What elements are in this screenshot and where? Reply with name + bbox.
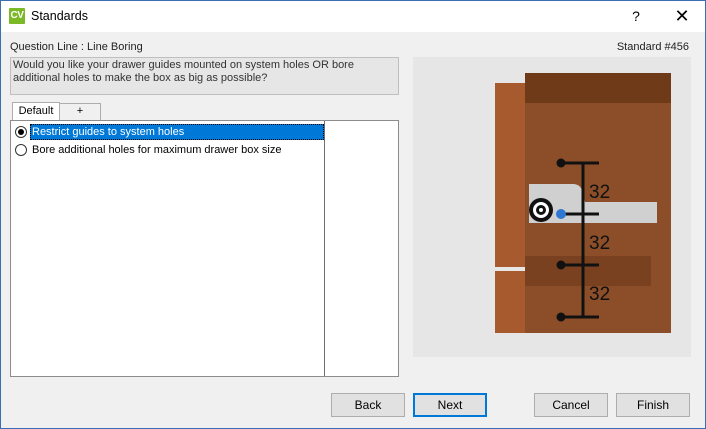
panel-divider bbox=[324, 121, 325, 376]
next-button[interactable]: Next bbox=[413, 393, 487, 417]
hole-dot bbox=[556, 312, 566, 322]
hole-dot bbox=[556, 158, 566, 168]
hole-dot bbox=[556, 260, 566, 270]
spacing-label-1: 32 bbox=[589, 182, 610, 203]
radio-button-selected[interactable] bbox=[15, 126, 27, 138]
help-button[interactable]: ? bbox=[613, 1, 659, 32]
tab-add[interactable]: + bbox=[59, 103, 101, 120]
option-label: Restrict guides to system holes bbox=[30, 124, 324, 140]
close-button[interactable]: ✕ bbox=[659, 1, 705, 32]
diagram-svg: 32 32 32 bbox=[413, 57, 691, 357]
target-icon-center bbox=[539, 208, 543, 212]
drawer-band bbox=[525, 256, 651, 286]
spacing-label-2: 32 bbox=[589, 233, 610, 254]
standard-number-label: Standard #456 bbox=[616, 41, 689, 53]
title-bar: CV Standards ? ✕ bbox=[1, 1, 705, 32]
cabinet-side-panel bbox=[495, 83, 525, 333]
window-title: Standards bbox=[31, 9, 88, 23]
spacing-label-3: 32 bbox=[589, 284, 610, 305]
drawer-gap bbox=[495, 267, 525, 271]
radio-button[interactable] bbox=[15, 144, 27, 156]
system-hole-dot bbox=[556, 209, 566, 219]
finish-button[interactable]: Finish bbox=[616, 393, 690, 417]
options-panel: Restrict guides to system holes Bore add… bbox=[10, 120, 399, 377]
back-button[interactable]: Back bbox=[331, 393, 405, 417]
line-boring-diagram: 32 32 32 bbox=[413, 57, 691, 357]
question-text: Would you like your drawer guides mounte… bbox=[10, 57, 399, 95]
option-label: Bore additional holes for maximum drawer… bbox=[32, 144, 282, 156]
standards-dialog: CV Standards ? ✕ Question Line : Line Bo… bbox=[0, 0, 706, 429]
cancel-button[interactable]: Cancel bbox=[534, 393, 608, 417]
question-line-label: Question Line : Line Boring bbox=[10, 41, 143, 53]
top-band bbox=[525, 73, 671, 103]
option-bore-additional-holes[interactable]: Bore additional holes for maximum drawer… bbox=[14, 142, 324, 158]
tab-default[interactable]: Default bbox=[12, 102, 60, 121]
app-logo-icon: CV bbox=[9, 8, 25, 24]
option-restrict-guides[interactable]: Restrict guides to system holes bbox=[14, 124, 324, 140]
